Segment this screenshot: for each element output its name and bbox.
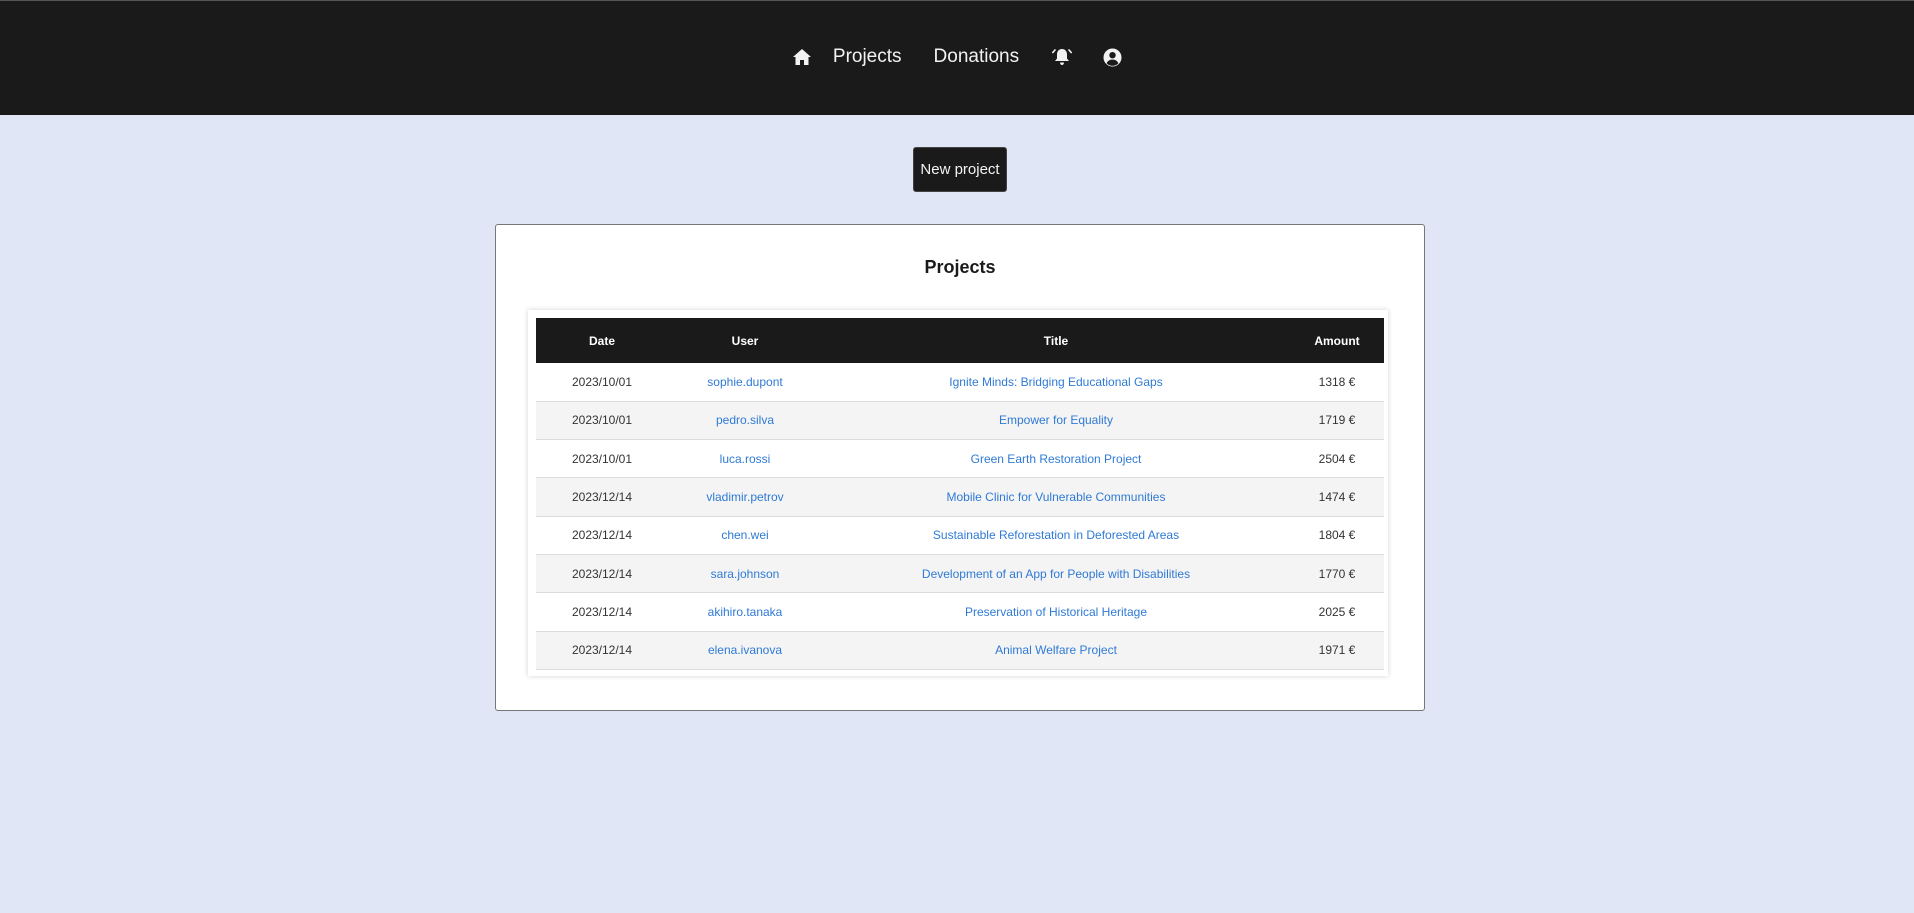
table-header-row: Date User Title Amount bbox=[536, 318, 1384, 363]
project-title-link[interactable]: Green Earth Restoration Project bbox=[822, 440, 1290, 478]
amount-cell: 1318 € bbox=[1318, 374, 1356, 389]
projects-title: Projects bbox=[924, 257, 996, 277]
amount-cell: 1474 € bbox=[1318, 490, 1356, 505]
date-cell: 2023/12/14 bbox=[571, 490, 633, 505]
project-title-link[interactable]: Sustainable Reforestation in Deforested … bbox=[822, 516, 1290, 554]
project-title-link[interactable]: Mobile Clinic for Vulnerable Communities bbox=[822, 478, 1290, 516]
date-cell: 2023/10/01 bbox=[571, 451, 633, 466]
date-cell: 2023/12/14 bbox=[571, 528, 633, 543]
main-nav: Projects Donations bbox=[0, 1, 1914, 113]
table-row: 2023/12/14 akihiro.tanaka Preservation o… bbox=[536, 593, 1384, 632]
column-header-amount: Amount bbox=[1314, 333, 1360, 348]
user-link[interactable]: sophie.dupont bbox=[668, 363, 822, 401]
user-link[interactable]: vladimir.petrov bbox=[668, 478, 822, 516]
bell-icon[interactable] bbox=[1051, 46, 1073, 68]
nav-projects-link[interactable]: Projects bbox=[833, 46, 902, 68]
amount-cell: 1770 € bbox=[1318, 566, 1356, 581]
table-row: 2023/12/14 elena.ivanova Animal Welfare … bbox=[536, 631, 1384, 670]
table-row: 2023/10/01 pedro.silva Empower for Equal… bbox=[536, 401, 1384, 440]
project-title-link[interactable]: Ignite Minds: Bridging Educational Gaps bbox=[822, 363, 1290, 401]
projects-card: Projects Date User Title Amount 2023/10/… bbox=[495, 224, 1425, 711]
table-row: 2023/12/14 sara.johnson Development of a… bbox=[536, 554, 1384, 593]
user-link[interactable]: chen.wei bbox=[668, 516, 822, 554]
top-navbar: Projects Donations bbox=[0, 0, 1914, 115]
amount-cell: 2504 € bbox=[1318, 451, 1356, 466]
user-link[interactable]: luca.rossi bbox=[668, 440, 822, 478]
project-title-link[interactable]: Empower for Equality bbox=[822, 401, 1290, 439]
date-cell: 2023/10/01 bbox=[571, 413, 633, 428]
project-title-link[interactable]: Development of an App for People with Di… bbox=[822, 554, 1290, 592]
table-row: 2023/12/14 chen.wei Sustainable Reforest… bbox=[536, 516, 1384, 555]
user-link[interactable]: sara.johnson bbox=[668, 554, 822, 592]
column-header-title: Title bbox=[1043, 333, 1069, 348]
amount-cell: 1971 € bbox=[1318, 643, 1356, 658]
amount-cell: 2025 € bbox=[1318, 604, 1356, 619]
table-row: 2023/10/01 sophie.dupont Ignite Minds: B… bbox=[536, 363, 1384, 402]
project-title-link[interactable]: Preservation of Historical Heritage bbox=[822, 593, 1290, 631]
column-header-user: User bbox=[731, 333, 759, 348]
date-cell: 2023/12/14 bbox=[571, 566, 633, 581]
nav-items: Projects Donations bbox=[791, 46, 1123, 68]
projects-table: Date User Title Amount 2023/10/01 sophie… bbox=[536, 318, 1384, 670]
date-cell: 2023/12/14 bbox=[571, 604, 633, 619]
user-link[interactable]: pedro.silva bbox=[668, 401, 822, 439]
nav-donations-link[interactable]: Donations bbox=[934, 46, 1020, 68]
date-cell: 2023/12/14 bbox=[571, 643, 633, 658]
date-cell: 2023/10/01 bbox=[571, 374, 633, 389]
amount-cell: 1719 € bbox=[1318, 413, 1356, 428]
home-icon[interactable] bbox=[791, 46, 813, 68]
user-link[interactable]: elena.ivanova bbox=[668, 631, 822, 669]
user-circle-icon[interactable] bbox=[1101, 46, 1123, 68]
amount-cell: 1804 € bbox=[1318, 528, 1356, 543]
user-link[interactable]: akihiro.tanaka bbox=[668, 593, 822, 631]
project-title-link[interactable]: Animal Welfare Project bbox=[822, 631, 1290, 669]
projects-table-container: Date User Title Amount 2023/10/01 sophie… bbox=[528, 310, 1388, 676]
column-header-date: Date bbox=[588, 333, 615, 348]
new-project-button[interactable]: New project bbox=[913, 147, 1007, 192]
table-row: 2023/12/14 vladimir.petrov Mobile Clinic… bbox=[536, 477, 1384, 517]
table-row: 2023/10/01 luca.rossi Green Earth Restor… bbox=[536, 440, 1384, 478]
